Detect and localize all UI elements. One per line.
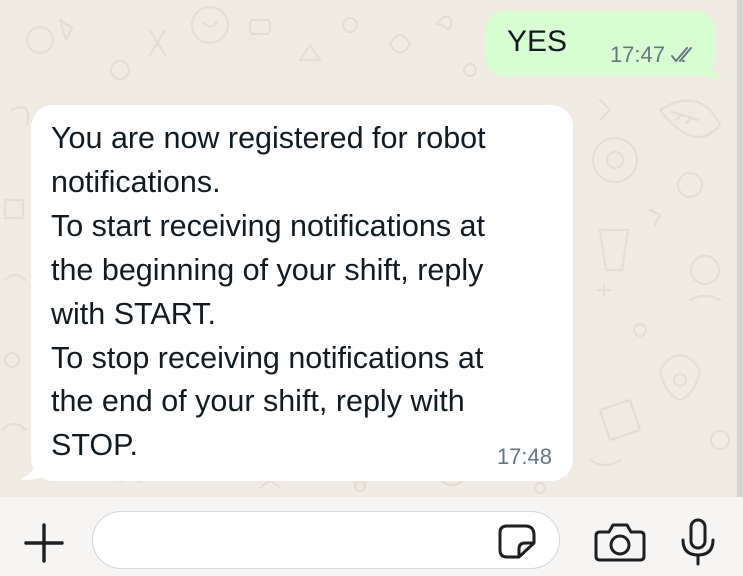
- incoming-message-line: You are now registered for robot: [51, 121, 486, 155]
- incoming-message-bubble[interactable]: You are now registered for robot notific…: [31, 105, 573, 481]
- chat-scrollbar[interactable]: [737, 0, 743, 497]
- message-input[interactable]: [92, 511, 560, 569]
- incoming-message-line: with START.: [51, 296, 216, 331]
- incoming-bubble-tail: [20, 452, 48, 480]
- outgoing-message-time: 17:47: [609, 42, 665, 67]
- chat-area[interactable]: YES 17:47 You are now registered for rob…: [0, 0, 743, 497]
- outgoing-bubble-tail: [700, 57, 724, 78]
- incoming-message-time: 17:48: [496, 444, 552, 469]
- incoming-message-line: To stop receiving notifications at: [51, 340, 484, 375]
- message-composer-bar: [0, 497, 743, 576]
- incoming-message-line: the end of your shift, reply with: [51, 384, 465, 419]
- plus-icon[interactable]: [22, 521, 66, 565]
- incoming-message-text: You are now registered for robot notific…: [51, 117, 561, 468]
- incoming-message-line: the beginning of your shift, reply: [51, 252, 484, 287]
- incoming-message-line: To start receiving notifications at: [51, 208, 485, 243]
- camera-icon[interactable]: [594, 522, 646, 562]
- incoming-message-line: STOP.: [51, 428, 139, 463]
- microphone-icon[interactable]: [678, 518, 718, 566]
- double-check-icon: [671, 47, 692, 62]
- incoming-message-line: notifications.: [51, 164, 221, 199]
- outgoing-message-text: YES: [507, 25, 568, 58]
- outgoing-message-bubble[interactable]: YES 17:47: [486, 11, 715, 76]
- sticker-icon[interactable]: [497, 523, 537, 559]
- outgoing-message-meta: 17:47: [610, 42, 697, 68]
